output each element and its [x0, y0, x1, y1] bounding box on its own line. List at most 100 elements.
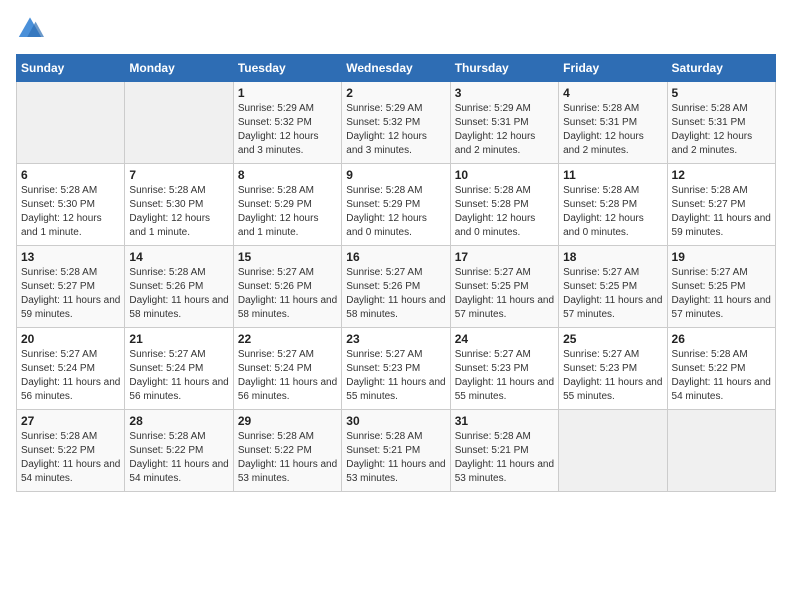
- day-info: Sunrise: 5:28 AM Sunset: 5:21 PM Dayligh…: [455, 430, 554, 486]
- day-number: 29: [238, 414, 337, 428]
- calendar-week-row: 6 Sunrise: 5:28 AM Sunset: 5:30 PM Daylig…: [17, 164, 776, 246]
- day-number: 7: [129, 168, 228, 182]
- calendar-cell: 18 Sunrise: 5:27 AM Sunset: 5:25 PM Dayli…: [559, 246, 667, 328]
- calendar-cell: 4 Sunrise: 5:28 AM Sunset: 5:31 PM Daylig…: [559, 82, 667, 164]
- calendar-cell: 16 Sunrise: 5:27 AM Sunset: 5:26 PM Dayli…: [342, 246, 450, 328]
- calendar-cell: 30 Sunrise: 5:28 AM Sunset: 5:21 PM Dayli…: [342, 410, 450, 492]
- day-number: 1: [238, 86, 337, 100]
- calendar-cell: 17 Sunrise: 5:27 AM Sunset: 5:25 PM Dayli…: [450, 246, 558, 328]
- day-info: Sunrise: 5:28 AM Sunset: 5:31 PM Dayligh…: [672, 102, 771, 158]
- day-number: 4: [563, 86, 662, 100]
- day-info: Sunrise: 5:28 AM Sunset: 5:30 PM Dayligh…: [129, 184, 228, 240]
- day-number: 21: [129, 332, 228, 346]
- calendar-cell: 28Sunrise: 5:28 AM Sunset: 5:22 PM Dayli…: [125, 410, 233, 492]
- logo-icon: [16, 16, 44, 44]
- calendar-cell: 24 Sunrise: 5:27 AM Sunset: 5:23 PM Dayli…: [450, 328, 558, 410]
- calendar-cell: [17, 82, 125, 164]
- calendar-cell: [559, 410, 667, 492]
- day-number: 16: [346, 250, 445, 264]
- calendar-cell: 23 Sunrise: 5:27 AM Sunset: 5:23 PM Dayli…: [342, 328, 450, 410]
- day-info: Sunrise: 5:27 AM Sunset: 5:26 PM Dayligh…: [346, 266, 445, 322]
- calendar-cell: 5 Sunrise: 5:28 AM Sunset: 5:31 PM Daylig…: [667, 82, 775, 164]
- calendar-week-row: 1 Sunrise: 5:29 AM Sunset: 5:32 PM Daylig…: [17, 82, 776, 164]
- day-info: Sunrise: 5:27 AM Sunset: 5:25 PM Dayligh…: [672, 266, 771, 322]
- day-info: Sunrise: 5:27 AM Sunset: 5:23 PM Dayligh…: [455, 348, 554, 404]
- calendar-cell: [667, 410, 775, 492]
- calendar-cell: 6 Sunrise: 5:28 AM Sunset: 5:30 PM Daylig…: [17, 164, 125, 246]
- day-number: 10: [455, 168, 554, 182]
- day-info: Sunrise: 5:28 AM Sunset: 5:29 PM Dayligh…: [346, 184, 445, 240]
- calendar-cell: 8 Sunrise: 5:28 AM Sunset: 5:29 PM Daylig…: [233, 164, 341, 246]
- day-info: Sunrise: 5:28 AM Sunset: 5:31 PM Dayligh…: [563, 102, 662, 158]
- calendar-week-row: 27 Sunrise: 5:28 AM Sunset: 5:22 PM Dayli…: [17, 410, 776, 492]
- calendar-cell: 20 Sunrise: 5:27 AM Sunset: 5:24 PM Dayli…: [17, 328, 125, 410]
- day-info: Sunrise: 5:29 AM Sunset: 5:32 PM Dayligh…: [346, 102, 445, 158]
- day-number: 20: [21, 332, 120, 346]
- day-info: Sunrise: 5:27 AM Sunset: 5:25 PM Dayligh…: [563, 266, 662, 322]
- calendar-cell: 31 Sunrise: 5:28 AM Sunset: 5:21 PM Dayli…: [450, 410, 558, 492]
- day-number: 25: [563, 332, 662, 346]
- day-info: Sunrise: 5:28 AM Sunset: 5:30 PM Dayligh…: [21, 184, 120, 240]
- weekday-header: Sunday: [17, 55, 125, 82]
- day-number: 27: [21, 414, 120, 428]
- day-number: 2: [346, 86, 445, 100]
- calendar-cell: 15 Sunrise: 5:27 AM Sunset: 5:26 PM Dayli…: [233, 246, 341, 328]
- day-info: Sunrise: 5:28 AM Sunset: 5:22 PM Dayligh…: [672, 348, 771, 404]
- day-number: 5: [672, 86, 771, 100]
- day-number: 31: [455, 414, 554, 428]
- weekday-header: Monday: [125, 55, 233, 82]
- calendar-cell: 14 Sunrise: 5:28 AM Sunset: 5:26 PM Dayli…: [125, 246, 233, 328]
- calendar-cell: 21 Sunrise: 5:27 AM Sunset: 5:24 PM Dayli…: [125, 328, 233, 410]
- day-number: 30: [346, 414, 445, 428]
- day-number: 22: [238, 332, 337, 346]
- day-info: Sunrise: 5:27 AM Sunset: 5:25 PM Dayligh…: [455, 266, 554, 322]
- day-number: 15: [238, 250, 337, 264]
- day-number: 18: [563, 250, 662, 264]
- day-info: Sunrise: 5:28 AM Sunset: 5:21 PM Dayligh…: [346, 430, 445, 486]
- calendar-cell: 1Sunrise: 5:29 AM Sunset: 5:32 PM Daylig…: [233, 82, 341, 164]
- day-info: Sunrise: 5:27 AM Sunset: 5:23 PM Dayligh…: [346, 348, 445, 404]
- calendar-cell: 22Sunrise: 5:27 AM Sunset: 5:24 PM Dayli…: [233, 328, 341, 410]
- day-number: 19: [672, 250, 771, 264]
- day-info: Sunrise: 5:28 AM Sunset: 5:28 PM Dayligh…: [563, 184, 662, 240]
- weekday-header: Wednesday: [342, 55, 450, 82]
- day-info: Sunrise: 5:27 AM Sunset: 5:24 PM Dayligh…: [129, 348, 228, 404]
- day-number: 12: [672, 168, 771, 182]
- day-number: 6: [21, 168, 120, 182]
- day-info: Sunrise: 5:28 AM Sunset: 5:26 PM Dayligh…: [129, 266, 228, 322]
- weekday-header: Tuesday: [233, 55, 341, 82]
- day-info: Sunrise: 5:28 AM Sunset: 5:22 PM Dayligh…: [238, 430, 337, 486]
- calendar-cell: 13Sunrise: 5:28 AM Sunset: 5:27 PM Dayli…: [17, 246, 125, 328]
- calendar-header-row: SundayMondayTuesdayWednesdayThursdayFrid…: [17, 55, 776, 82]
- day-number: 9: [346, 168, 445, 182]
- day-info: Sunrise: 5:28 AM Sunset: 5:28 PM Dayligh…: [455, 184, 554, 240]
- calendar-cell: [125, 82, 233, 164]
- day-number: 23: [346, 332, 445, 346]
- day-info: Sunrise: 5:27 AM Sunset: 5:23 PM Dayligh…: [563, 348, 662, 404]
- day-number: 24: [455, 332, 554, 346]
- calendar-cell: 7 Sunrise: 5:28 AM Sunset: 5:30 PM Daylig…: [125, 164, 233, 246]
- calendar-cell: 3Sunrise: 5:29 AM Sunset: 5:31 PM Daylig…: [450, 82, 558, 164]
- day-info: Sunrise: 5:29 AM Sunset: 5:31 PM Dayligh…: [455, 102, 554, 158]
- day-number: 28: [129, 414, 228, 428]
- weekday-header: Friday: [559, 55, 667, 82]
- day-info: Sunrise: 5:28 AM Sunset: 5:27 PM Dayligh…: [672, 184, 771, 240]
- weekday-header: Thursday: [450, 55, 558, 82]
- day-number: 26: [672, 332, 771, 346]
- day-number: 11: [563, 168, 662, 182]
- day-number: 8: [238, 168, 337, 182]
- day-info: Sunrise: 5:27 AM Sunset: 5:24 PM Dayligh…: [21, 348, 120, 404]
- day-info: Sunrise: 5:28 AM Sunset: 5:29 PM Dayligh…: [238, 184, 337, 240]
- calendar-cell: 9 Sunrise: 5:28 AM Sunset: 5:29 PM Daylig…: [342, 164, 450, 246]
- calendar-cell: 11 Sunrise: 5:28 AM Sunset: 5:28 PM Dayli…: [559, 164, 667, 246]
- calendar-cell: 25 Sunrise: 5:27 AM Sunset: 5:23 PM Dayli…: [559, 328, 667, 410]
- calendar-table: SundayMondayTuesdayWednesdayThursdayFrid…: [16, 54, 776, 492]
- day-info: Sunrise: 5:28 AM Sunset: 5:22 PM Dayligh…: [21, 430, 120, 486]
- day-number: 14: [129, 250, 228, 264]
- day-info: Sunrise: 5:27 AM Sunset: 5:26 PM Dayligh…: [238, 266, 337, 322]
- calendar-cell: 26 Sunrise: 5:28 AM Sunset: 5:22 PM Dayli…: [667, 328, 775, 410]
- day-number: 17: [455, 250, 554, 264]
- page-header: [16, 16, 776, 44]
- calendar-cell: 12 Sunrise: 5:28 AM Sunset: 5:27 PM Dayli…: [667, 164, 775, 246]
- calendar-week-row: 13Sunrise: 5:28 AM Sunset: 5:27 PM Dayli…: [17, 246, 776, 328]
